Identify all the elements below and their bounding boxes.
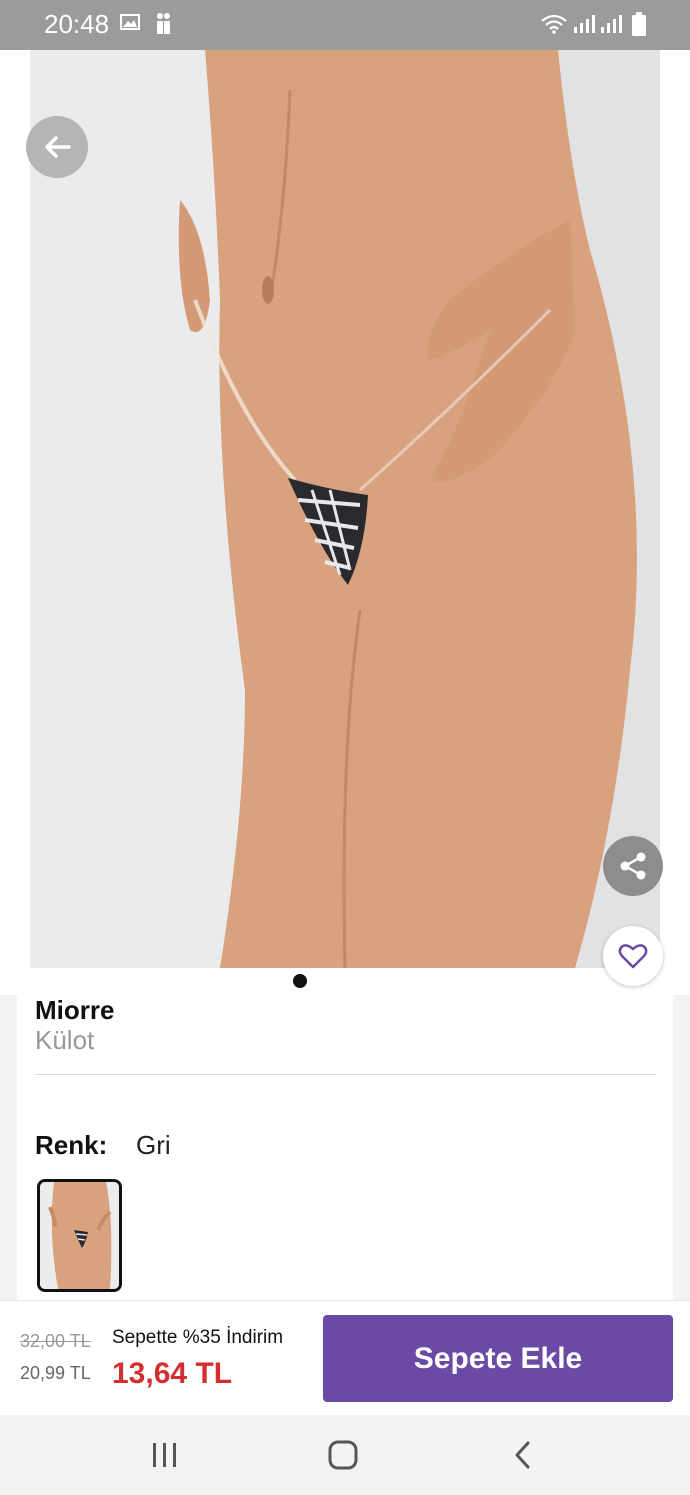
heart-icon: [618, 944, 648, 969]
image-icon: [120, 12, 140, 37]
add-to-cart-button[interactable]: Sepete Ekle: [323, 1315, 673, 1402]
battery-icon: [632, 12, 646, 41]
product-detail-screen: 20:48 Miorre Külot Renk: Gri 32,00 TL 20…: [0, 0, 690, 1495]
list-price: 20,99 TL: [20, 1363, 91, 1383]
product-brand[interactable]: Miorre: [35, 995, 114, 1026]
pagination-dot[interactable]: [378, 972, 396, 990]
gallery-pagination: [262, 972, 425, 992]
pagination-dot[interactable]: [262, 972, 280, 990]
arrow-left-icon: [45, 136, 71, 158]
color-label: Renk:: [35, 1130, 108, 1160]
product-gallery[interactable]: [0, 50, 690, 995]
home-button[interactable]: [323, 1437, 363, 1473]
signal-icon: [600, 14, 622, 39]
share-button[interactable]: [603, 836, 663, 896]
color-value: Gri: [136, 1130, 171, 1160]
status-bar: 20:48: [0, 0, 690, 50]
divider: [35, 1074, 656, 1075]
pagination-dot[interactable]: [349, 972, 367, 990]
pagination-dot[interactable]: [407, 972, 425, 990]
back-button[interactable]: [26, 116, 88, 178]
wifi-icon: [541, 14, 567, 39]
recent-apps-icon: [153, 1443, 176, 1467]
signal-icon: [573, 14, 595, 39]
home-icon: [328, 1440, 358, 1470]
pagination-dot[interactable]: [320, 972, 338, 990]
system-navigation-bar: [0, 1415, 690, 1495]
favorite-button[interactable]: [603, 926, 663, 986]
final-price: 13,64 TL: [112, 1357, 233, 1390]
pagination-dot-active[interactable]: [291, 972, 309, 990]
color-swatch-selected[interactable]: [37, 1179, 122, 1292]
back-icon: [515, 1441, 530, 1469]
old-price: 32,00 TL: [20, 1331, 91, 1351]
recent-apps-button[interactable]: [145, 1437, 185, 1473]
product-photo-illustration: [30, 50, 660, 968]
product-photo[interactable]: [30, 50, 660, 968]
product-category: Külot: [35, 1025, 95, 1055]
accessibility-icon: [152, 12, 174, 41]
share-icon: [620, 852, 646, 880]
product-info: Miorre Külot Renk: Gri: [17, 995, 673, 1300]
system-back-button[interactable]: [503, 1437, 543, 1473]
status-time: 20:48: [44, 9, 110, 39]
color-swatch-thumbnail: [40, 1182, 119, 1289]
buy-bar: 32,00 TL 20,99 TL Sepette %35 İndirim 13…: [0, 1300, 690, 1415]
campaign-text: Sepette %35 İndirim: [112, 1327, 284, 1348]
